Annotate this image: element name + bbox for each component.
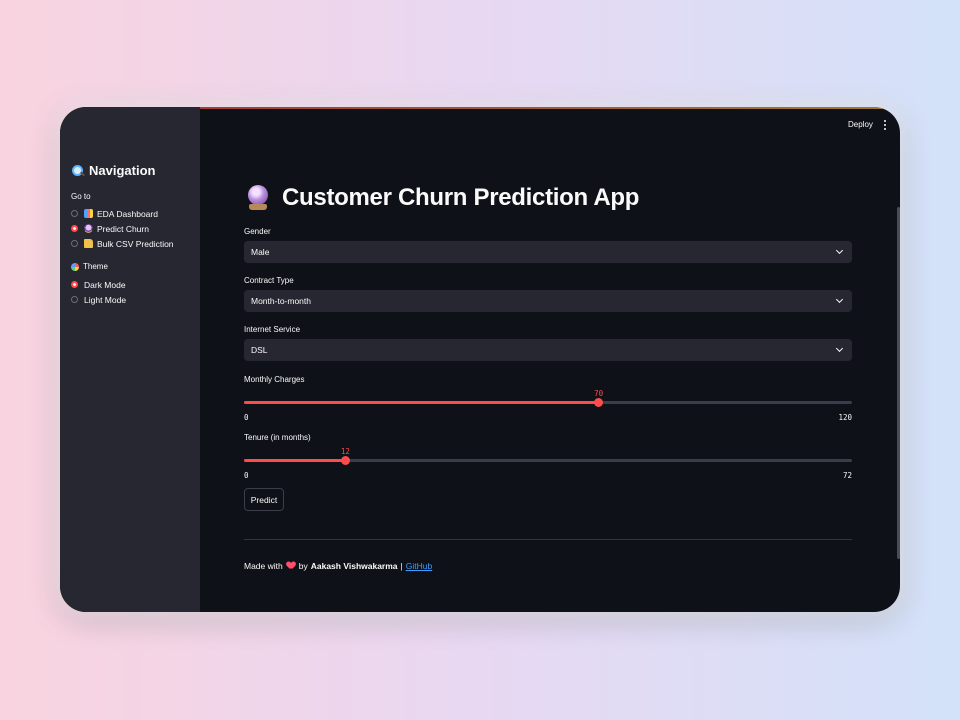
- goto-label: Go to: [71, 192, 91, 201]
- radio-light-mode[interactable]: Light Mode: [71, 292, 126, 307]
- chevron-down-icon: [835, 295, 844, 304]
- crystal-ball-icon: [246, 185, 270, 211]
- slider-min-value: 0: [244, 471, 249, 480]
- bar-chart-icon: [84, 209, 93, 218]
- slider-thumb[interactable]: [340, 456, 350, 465]
- radio-label: Light Mode: [84, 294, 127, 305]
- slider-current-value: 12: [340, 447, 350, 456]
- page-radio-group: EDA Dashboard Predict Churn Bulk CSV Pre…: [71, 206, 174, 251]
- slider-fill: [244, 401, 599, 404]
- radio-button[interactable]: [71, 296, 78, 303]
- radio-label: EDA Dashboard: [97, 208, 158, 219]
- theme-label-text: Theme: [83, 262, 108, 271]
- radio-button-selected[interactable]: [71, 225, 78, 232]
- slider-max-value: 120: [838, 413, 852, 422]
- chevron-down-icon: [835, 344, 844, 353]
- contract-type-value: Month-to-month: [251, 296, 311, 306]
- radio-predict-churn[interactable]: Predict Churn: [71, 221, 174, 236]
- slider-track[interactable]: [244, 456, 852, 465]
- app-window: Navigation Go to EDA Dashboard Predict C…: [60, 107, 900, 612]
- folder-icon: [84, 239, 93, 248]
- chevron-down-icon: [835, 246, 844, 255]
- main-content: Customer Churn Prediction App Gender Mal…: [244, 107, 852, 612]
- gender-select[interactable]: Male: [244, 241, 852, 263]
- footer: Made with by Aakash Vishwakarma | GitHub: [244, 561, 432, 571]
- sidebar-title: Navigation: [72, 163, 155, 178]
- crystal-ball-icon: [84, 224, 93, 233]
- page-title: Customer Churn Prediction App: [246, 184, 639, 212]
- radio-button-selected[interactable]: [71, 281, 78, 288]
- theme-radio-group: Dark Mode Light Mode: [71, 277, 126, 307]
- radio-label: Bulk CSV Prediction: [97, 238, 174, 249]
- internet-service-select[interactable]: DSL: [244, 339, 852, 361]
- predict-button[interactable]: Predict: [244, 488, 284, 511]
- radio-button[interactable]: [71, 240, 78, 247]
- footer-made-with: Made with: [244, 561, 283, 571]
- heart-icon: [287, 562, 295, 570]
- slider-current-value: 70: [594, 389, 604, 398]
- radio-eda-dashboard[interactable]: EDA Dashboard: [71, 206, 174, 221]
- tenure-slider[interactable]: 12 0 72: [244, 447, 852, 488]
- gender-label: Gender: [244, 227, 271, 236]
- internet-service-value: DSL: [251, 345, 268, 355]
- slider-min-value: 0: [244, 413, 249, 422]
- slider-track[interactable]: [244, 398, 852, 407]
- sidebar: Navigation Go to EDA Dashboard Predict C…: [60, 107, 200, 612]
- tenure-label: Tenure (in months): [244, 433, 311, 442]
- page-title-text: Customer Churn Prediction App: [282, 184, 640, 211]
- magnifier-icon: [72, 164, 85, 177]
- divider: [244, 539, 852, 540]
- radio-button[interactable]: [71, 210, 78, 217]
- footer-separator: |: [400, 561, 403, 571]
- kebab-menu-icon[interactable]: [882, 120, 888, 130]
- slider-max-value: 72: [842, 471, 852, 480]
- internet-service-label: Internet Service: [244, 325, 301, 334]
- github-link[interactable]: GitHub: [406, 561, 432, 571]
- footer-by: by: [298, 561, 308, 571]
- monthly-charges-slider[interactable]: 70 0 120: [244, 389, 852, 430]
- radio-label: Predict Churn: [97, 223, 149, 234]
- monthly-charges-label: Monthly Charges: [244, 375, 305, 384]
- contract-type-select[interactable]: Month-to-month: [244, 290, 852, 312]
- palette-icon: [71, 262, 79, 271]
- radio-bulk-csv-prediction[interactable]: Bulk CSV Prediction: [71, 236, 174, 251]
- scrollbar[interactable]: [897, 207, 900, 559]
- footer-author: Aakash Vishwakarma: [310, 561, 398, 571]
- gender-value: Male: [251, 247, 270, 257]
- slider-fill: [244, 459, 346, 462]
- radio-dark-mode[interactable]: Dark Mode: [71, 277, 126, 292]
- radio-label: Dark Mode: [84, 279, 126, 290]
- slider-thumb[interactable]: [594, 398, 604, 407]
- theme-label: Theme: [71, 262, 108, 271]
- contract-type-label: Contract Type: [244, 276, 294, 285]
- sidebar-title-text: Navigation: [89, 163, 156, 178]
